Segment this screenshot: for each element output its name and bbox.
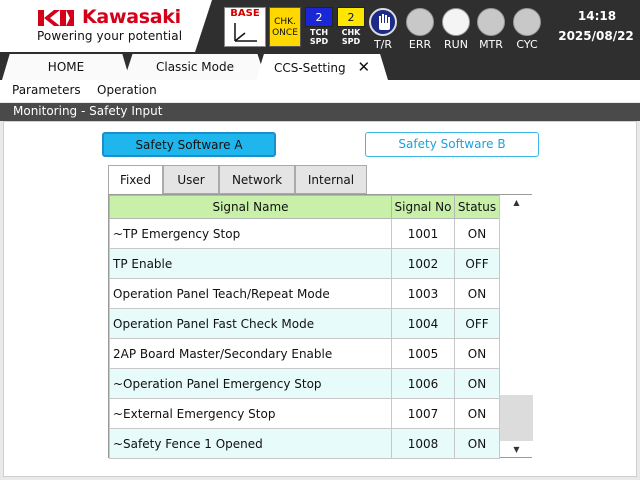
table-row[interactable]: ~Safety Fence 1 Opened 1008 ON [109, 428, 500, 459]
error-lamp-label: ERR [408, 38, 432, 51]
check-once-button[interactable]: CHK. ONCE [269, 7, 301, 47]
check-speed-value[interactable]: 2 [337, 7, 365, 27]
cycle-lamp [513, 8, 541, 36]
signal-no: 1007 [391, 398, 455, 429]
signal-table-grid: Signal Name Signal No Status ~TP Emergen… [109, 195, 500, 459]
kawasaki-logo-icon [38, 10, 74, 26]
tab-home[interactable]: HOME [2, 54, 130, 80]
tab-home-label: HOME [47, 60, 85, 74]
signal-status: OFF [454, 308, 500, 339]
run-lamp [442, 8, 470, 36]
signal-no: 1002 [391, 248, 455, 279]
scroll-up-icon[interactable]: ▲ [500, 196, 533, 210]
base-label: BASE [230, 8, 260, 19]
tab-classic-mode-label: Classic Mode [155, 60, 234, 74]
signal-status: ON [454, 428, 500, 459]
signal-no: 1008 [391, 428, 455, 459]
table-row[interactable]: TP Enable 1002 OFF [109, 248, 500, 279]
table-header-row: Signal Name Signal No Status [109, 195, 500, 219]
table-scrollbar[interactable]: ▲ ▼ [499, 195, 533, 457]
tab-ccs-setting-label: CCS-Setting [273, 61, 346, 75]
close-icon[interactable]: ✕ [357, 58, 370, 76]
signal-no: 1003 [391, 278, 455, 309]
signal-no: 1004 [391, 308, 455, 339]
table-row[interactable]: 2AP Board Master/Secondary Enable 1005 O… [109, 338, 500, 369]
signal-status: ON [454, 218, 500, 249]
signal-no: 1006 [391, 368, 455, 399]
table-row[interactable]: Operation Panel Fast Check Mode 1004 OFF [109, 308, 500, 339]
motor-lamp [477, 8, 505, 36]
teach-speed-value[interactable]: 2 [305, 7, 333, 27]
tagline: Powering your potential [37, 29, 183, 43]
logo-text: Kawasaki [82, 6, 181, 28]
hand-icon [379, 14, 390, 30]
table-row[interactable]: Operation Panel Teach/Repeat Mode 1003 O… [109, 278, 500, 309]
signal-status: ON [454, 338, 500, 369]
table-row[interactable]: ~TP Emergency Stop 1001 ON [109, 218, 500, 249]
scroll-thumb[interactable] [500, 395, 533, 441]
tab-classic-mode[interactable]: Classic Mode [124, 54, 266, 80]
signal-no: 1005 [391, 338, 455, 369]
teach-repeat-button[interactable] [369, 8, 397, 36]
signal-name: Operation Panel Teach/Repeat Mode [109, 278, 392, 309]
table-row[interactable]: ~Operation Panel Emergency Stop 1006 ON [109, 368, 500, 399]
table-row[interactable]: ~External Emergency Stop 1007 ON [109, 398, 500, 429]
page-title: Monitoring - Safety Input [13, 104, 163, 118]
signal-table: Signal Name Signal No Status ~TP Emergen… [108, 194, 533, 459]
menu-bar [0, 80, 640, 102]
safety-software-b-button[interactable]: Safety Software B [365, 132, 539, 157]
safety-software-a-button[interactable]: Safety Software A [102, 132, 276, 157]
header-signal-name[interactable]: Signal Name [109, 195, 392, 219]
subtab-network[interactable]: Network [219, 165, 295, 194]
tr-label: T/R [373, 38, 393, 51]
menu-parameters[interactable]: Parameters [12, 83, 81, 97]
signal-status: OFF [454, 248, 500, 279]
run-lamp-label: RUN [444, 38, 468, 51]
signal-no: 1001 [391, 218, 455, 249]
header-signal-no[interactable]: Signal No [391, 195, 455, 219]
teach-speed-label: TCH SPD [309, 28, 329, 46]
signal-name: ~External Emergency Stop [109, 398, 392, 429]
signal-name: ~Safety Fence 1 Opened [109, 428, 392, 459]
tab-ccs-setting[interactable]: CCS-Setting ✕ [256, 54, 388, 80]
error-lamp [406, 8, 434, 36]
subtab-user[interactable]: User [163, 165, 219, 194]
clock-date: 2025/08/22 [558, 29, 634, 43]
signal-name: ~TP Emergency Stop [109, 218, 392, 249]
motor-lamp-label: MTR [479, 38, 503, 51]
signal-name: 2AP Board Master/Secondary Enable [109, 338, 392, 369]
signal-status: ON [454, 278, 500, 309]
header-status[interactable]: Status [454, 195, 500, 219]
check-speed-label: CHK SPD [341, 28, 361, 46]
subtab-fixed[interactable]: Fixed [108, 165, 163, 195]
scroll-down-icon[interactable]: ▼ [500, 443, 533, 457]
cycle-lamp-label: CYC [516, 38, 538, 51]
signal-name: TP Enable [109, 248, 392, 279]
menu-operation[interactable]: Operation [97, 83, 157, 97]
signal-status: ON [454, 368, 500, 399]
axis-icon [234, 23, 257, 42]
signal-status: ON [454, 398, 500, 429]
signal-name: Operation Panel Fast Check Mode [109, 308, 392, 339]
base-coordinate-button[interactable]: BASE [224, 7, 266, 47]
clock-time: 14:18 [577, 9, 617, 23]
signal-name: ~Operation Panel Emergency Stop [109, 368, 392, 399]
subtab-internal[interactable]: Internal [295, 165, 367, 194]
